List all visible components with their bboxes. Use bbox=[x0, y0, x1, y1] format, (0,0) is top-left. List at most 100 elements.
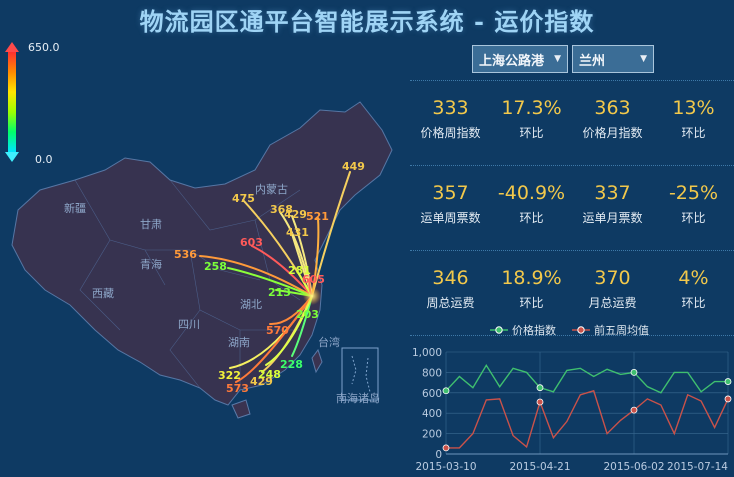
data-point[interactable] bbox=[442, 387, 450, 395]
stat-label: 价格周指数 bbox=[420, 126, 481, 140]
data-point[interactable] bbox=[536, 384, 544, 392]
data-point[interactable] bbox=[442, 444, 450, 452]
legend-max-handle-icon[interactable] bbox=[5, 42, 19, 52]
stat-value: 337 bbox=[594, 182, 631, 204]
flow-label: 603 bbox=[240, 236, 263, 249]
flow-label: 475 bbox=[232, 192, 255, 205]
stat-value: -40.9% bbox=[497, 182, 566, 204]
stat-cell: 18.9% 环比 bbox=[491, 251, 572, 311]
stat-label: 运单周票数 bbox=[420, 211, 481, 225]
province-label: 湖南 bbox=[228, 336, 250, 349]
stat-label: 环比 bbox=[519, 296, 544, 310]
stat-value: 363 bbox=[594, 97, 631, 119]
stat-cell: -25% 环比 bbox=[653, 166, 734, 226]
city-select[interactable]: 兰州 ▼ bbox=[572, 45, 654, 73]
stat-cell: 333 价格周指数 bbox=[410, 81, 491, 141]
stat-cell: 337 运单月票数 bbox=[572, 166, 653, 226]
stat-cell: -40.9% 环比 bbox=[491, 166, 572, 226]
y-tick-label: 800 bbox=[422, 367, 442, 379]
series-line[interactable] bbox=[445, 363, 728, 394]
legend-marker[interactable] bbox=[495, 326, 503, 334]
stat-cell: 346 周总运费 bbox=[410, 251, 491, 311]
flow-label: 570 bbox=[266, 324, 289, 337]
province-label: 湖北 bbox=[240, 298, 262, 311]
y-tick-label: 400 bbox=[422, 408, 442, 420]
hainan-shape bbox=[231, 399, 251, 419]
stat-value: -25% bbox=[668, 182, 719, 204]
legend-label[interactable]: 前五周均值 bbox=[594, 323, 649, 337]
legend-marker[interactable] bbox=[577, 326, 585, 334]
data-point[interactable] bbox=[630, 406, 638, 414]
stat-value: 18.9% bbox=[501, 267, 562, 289]
x-tick-label: 2015-03-10 bbox=[415, 461, 476, 473]
stats-panel: 333 价格周指数 17.3% 环比 363 价格月指数 13% 环比 357 运单周票数… bbox=[410, 80, 734, 336]
flow-label: 203 bbox=[296, 308, 319, 321]
legend-max-value: 650.0 bbox=[28, 41, 60, 54]
province-label: 甘肃 bbox=[140, 218, 162, 231]
data-point[interactable] bbox=[724, 395, 732, 403]
stat-value: 370 bbox=[594, 267, 631, 289]
stat-label: 运单月票数 bbox=[582, 211, 643, 225]
page-title: 物流园区通平台智能展示系统 - 运价指数 bbox=[139, 7, 595, 36]
chevron-down-icon: ▼ bbox=[554, 54, 561, 64]
flow-label: 536 bbox=[174, 248, 197, 261]
stat-value: 4% bbox=[678, 267, 709, 289]
stat-cell: 363 价格月指数 bbox=[572, 81, 653, 141]
province-label: 西藏 bbox=[92, 287, 114, 300]
province-label: 南海诸岛 bbox=[336, 391, 380, 405]
stat-label: 环比 bbox=[681, 211, 706, 225]
stats-row-waybill: 357 运单周票数 -40.9% 环比 337 运单月票数 -25% 环比 bbox=[410, 165, 734, 250]
flow-label: 429 bbox=[284, 208, 307, 221]
flow-label: 228 bbox=[280, 358, 303, 371]
chevron-down-icon: ▼ bbox=[640, 54, 647, 64]
mainland-shape bbox=[11, 101, 393, 406]
province-label: 青海 bbox=[140, 257, 162, 271]
stat-label: 环比 bbox=[681, 126, 706, 140]
data-point[interactable] bbox=[630, 369, 638, 376]
stat-label: 环比 bbox=[681, 296, 706, 310]
province-label: 四川 bbox=[178, 318, 200, 331]
flow-label: 521 bbox=[306, 210, 329, 223]
y-tick-label: 1,000 bbox=[412, 347, 442, 359]
province-label: 内蒙古 bbox=[255, 182, 288, 196]
flow-label: 431 bbox=[286, 226, 309, 239]
stat-cell: 13% 环比 bbox=[653, 81, 734, 141]
data-point[interactable] bbox=[724, 378, 732, 385]
stat-value: 346 bbox=[432, 267, 469, 289]
stat-cell: 17.3% 环比 bbox=[491, 81, 572, 141]
stat-value: 333 bbox=[432, 97, 469, 119]
stat-value: 357 bbox=[432, 182, 469, 204]
stat-label: 周总运费 bbox=[426, 296, 475, 310]
legend-label[interactable]: 价格指数 bbox=[512, 323, 556, 337]
stats-row-price: 333 价格周指数 17.3% 环比 363 价格月指数 13% 环比 bbox=[410, 80, 734, 165]
stat-value: 13% bbox=[672, 97, 715, 119]
x-tick-label: 2015-06-02 bbox=[603, 461, 664, 473]
series-line[interactable] bbox=[446, 389, 729, 449]
trend-line-chart[interactable]: 价格指数 前五周均值 0 200 400 600 800 1,000 2015-03-10 201… bbox=[410, 318, 734, 477]
y-tick-label: 600 bbox=[422, 388, 442, 400]
china-flow-map[interactable]: 新疆 西藏 青海 甘肃 内蒙古 四川 湖北 湖南 台湾 南海诸岛 449 475 bbox=[0, 100, 410, 477]
taiwan-shape bbox=[311, 348, 323, 374]
stat-label: 月总运费 bbox=[588, 296, 637, 310]
province-label: 新疆 bbox=[64, 201, 86, 215]
flow-label: 248 bbox=[258, 368, 281, 381]
city-select-value: 兰州 bbox=[579, 53, 606, 69]
flow-label: 605 bbox=[302, 273, 325, 286]
flow-label: 449 bbox=[342, 160, 365, 173]
origin-marker[interactable] bbox=[303, 287, 321, 305]
flow-label: 573 bbox=[226, 382, 249, 395]
stat-value: 17.3% bbox=[501, 97, 562, 119]
x-tick-label: 2015-04-21 bbox=[509, 461, 570, 473]
stat-cell: 357 运单周票数 bbox=[410, 166, 491, 226]
data-point[interactable] bbox=[536, 398, 544, 406]
flow-label: 213 bbox=[268, 286, 291, 299]
stat-label: 环比 bbox=[519, 211, 544, 225]
route-select-value: 上海公路港 bbox=[479, 53, 545, 69]
x-tick-label: 2015-07-14 bbox=[667, 461, 728, 473]
y-tick-label: 200 bbox=[422, 429, 442, 441]
stat-label: 价格月指数 bbox=[582, 126, 643, 140]
stat-cell: 4% 环比 bbox=[653, 251, 734, 311]
flow-label: 258 bbox=[204, 260, 227, 273]
stat-label: 环比 bbox=[519, 126, 544, 140]
route-select[interactable]: 上海公路港 ▼ bbox=[472, 45, 568, 73]
